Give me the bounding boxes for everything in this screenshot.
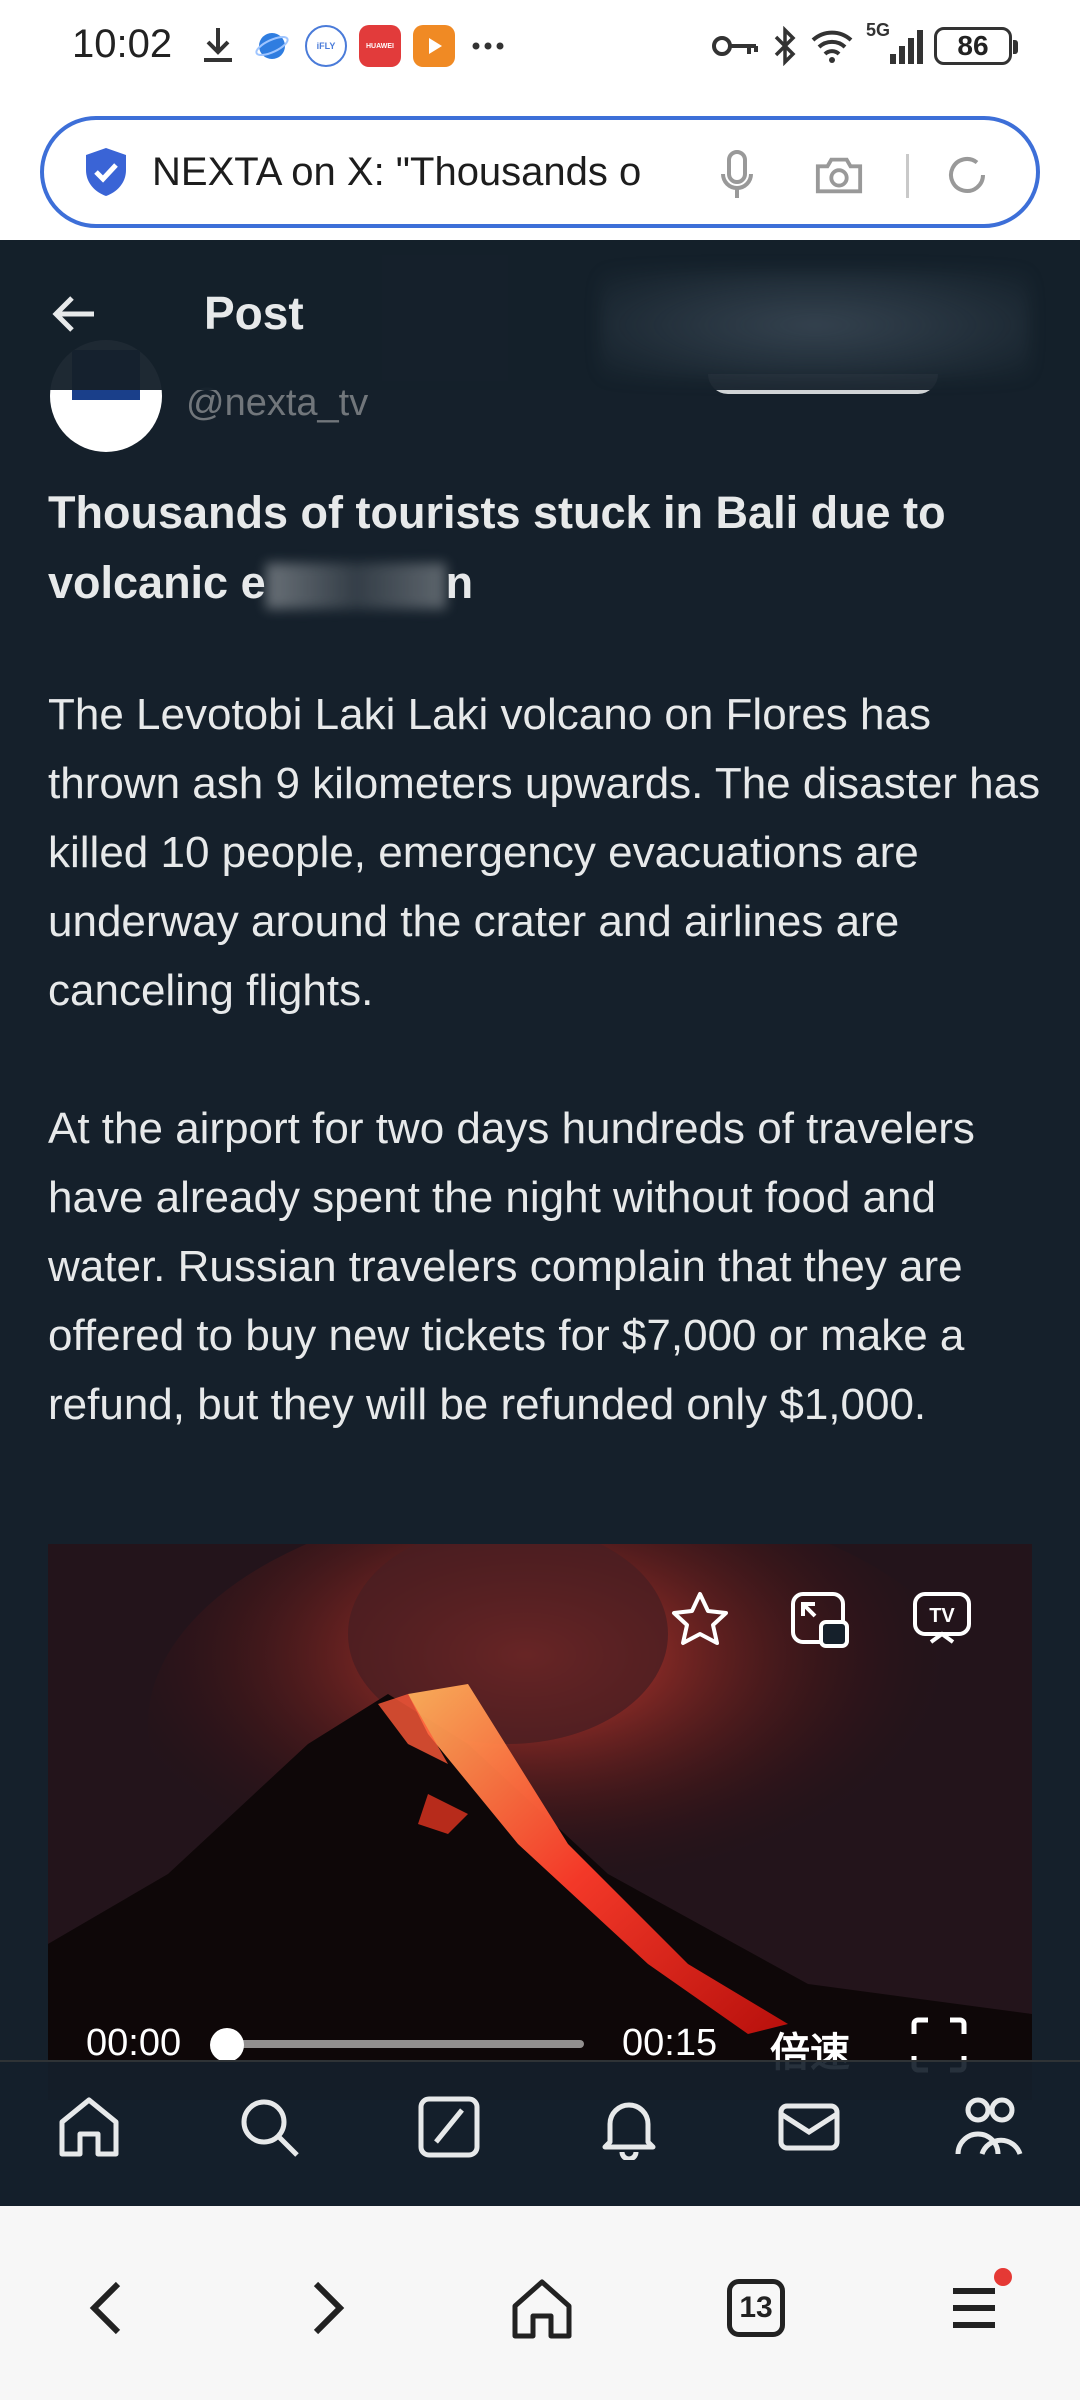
svg-text:TV: TV: [929, 1605, 955, 1627]
battery-indicator: 86: [934, 27, 1018, 65]
microphone-icon[interactable]: [712, 150, 762, 200]
address-text[interactable]: NEXTA on X: "Thousands o: [152, 150, 682, 195]
huawei-app-icon: HUAWEI: [358, 24, 402, 68]
wifi-icon: [810, 24, 854, 68]
headline-text: Thousands of tourists stuck in Bali due …: [48, 487, 946, 608]
post-header: Post: [0, 240, 1080, 390]
post-headline: Thousands of tourists stuck in Bali due …: [48, 478, 1038, 618]
post-paragraph-1: The Levotobi Laki Laki volcano on Flores…: [48, 690, 1041, 1015]
tv-cast-icon[interactable]: TV: [908, 1586, 976, 1654]
shield-check-icon: [82, 146, 130, 198]
home-icon[interactable]: [54, 2092, 124, 2162]
more-notifications-icon: [466, 24, 510, 68]
back-arrow-icon[interactable]: [48, 288, 100, 340]
messages-icon[interactable]: [774, 2092, 844, 2162]
network-type: 5G: [866, 20, 891, 40]
tabs-icon[interactable]: 13: [718, 2270, 794, 2346]
notifications-icon[interactable]: [594, 2092, 664, 2162]
picture-in-picture-icon[interactable]: [786, 1586, 854, 1654]
address-bar[interactable]: NEXTA on X: "Thousands o: [40, 116, 1040, 228]
video-app-icon: [412, 24, 456, 68]
post-paragraph-2: At the airport for two days hundreds of …: [48, 1104, 975, 1429]
download-icon: [196, 24, 240, 68]
browser-home-icon[interactable]: [504, 2270, 580, 2346]
search-icon[interactable]: [234, 2092, 304, 2162]
key-icon: [710, 24, 760, 68]
browser-toolbar: NEXTA on X: "Thousands o: [0, 104, 1080, 240]
notification-dot: [994, 2268, 1012, 2286]
headline-text-end: n: [445, 557, 474, 608]
address-divider: [906, 154, 909, 198]
bluetooth-icon: [770, 24, 800, 68]
video-player[interactable]: TV 00:00 00:15 倍速: [48, 1544, 1032, 2100]
back-icon[interactable]: [68, 2270, 144, 2346]
status-bar: 10:02 iFLY HUAWEI 5G 86: [0, 0, 1080, 104]
camera-icon[interactable]: [814, 150, 864, 200]
page-title: Post: [204, 287, 304, 339]
status-system-icons: 5G 86: [710, 20, 1018, 68]
x-bottom-nav: [0, 2060, 1080, 2206]
forward-icon[interactable]: [290, 2270, 366, 2346]
reload-icon[interactable]: [942, 150, 992, 200]
browser-bottom-bar: 13: [0, 2206, 1080, 2400]
grok-icon[interactable]: [414, 2092, 484, 2162]
video-progress-bar[interactable]: [226, 2040, 584, 2048]
planet-app-icon: [250, 24, 294, 68]
video-current-time: 00:00: [86, 2022, 182, 2064]
header-blurred-area: [600, 270, 1030, 380]
ifly-app-icon: iFLY: [304, 24, 348, 68]
status-time: 10:02: [72, 22, 173, 66]
video-total-time: 00:15: [622, 2022, 718, 2064]
menu-icon[interactable]: [936, 2268, 1012, 2346]
tab-count: 13: [727, 2279, 785, 2337]
status-notification-icons: iFLY HUAWEI: [196, 24, 510, 68]
signal-icon: 5G: [864, 20, 924, 68]
blurred-text: [265, 563, 446, 610]
video-progress-knob[interactable]: [210, 2028, 244, 2062]
communities-icon[interactable]: [954, 2092, 1024, 2162]
favorite-star-icon[interactable]: [666, 1586, 734, 1654]
x-post-page: Post @nexta_tv Thousands of tourists stu…: [0, 240, 1080, 2206]
